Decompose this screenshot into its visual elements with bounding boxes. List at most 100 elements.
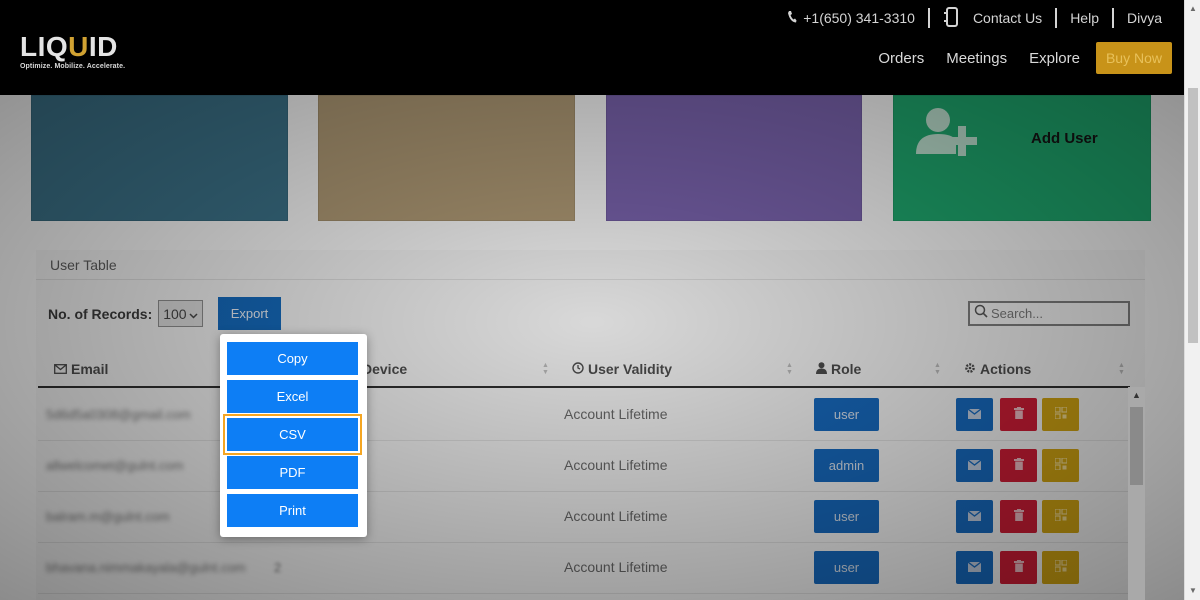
- delete-user-button[interactable]: [1000, 500, 1037, 533]
- trash-icon: [1013, 406, 1024, 424]
- export-button[interactable]: Export: [218, 297, 281, 330]
- cell-validity: Account Lifetime: [564, 457, 668, 473]
- th-actions[interactable]: Actions: [964, 352, 1031, 386]
- role-badge[interactable]: user: [814, 500, 879, 533]
- summary-tile-2[interactable]: [318, 95, 575, 221]
- sort-icon[interactable]: ▲ ▼: [934, 362, 942, 376]
- buy-now-button[interactable]: Buy Now: [1095, 42, 1172, 74]
- summary-tile-1[interactable]: [31, 95, 288, 221]
- envelope-icon: [967, 559, 982, 577]
- scroll-down-arrow-icon[interactable]: ▼: [1189, 586, 1197, 595]
- export-copy-button[interactable]: Copy: [227, 342, 358, 375]
- table-header: Email Device ▲ ▼ User Validity ▲ ▼ Role ▲ ▼…: [38, 352, 1130, 388]
- table-row[interactable]: 5d6d5a0308@gmail.com Account Lifetime us…: [38, 390, 1130, 441]
- records-control: No. of Records: 100: [48, 300, 204, 327]
- scroll-up-arrow-icon[interactable]: ▲: [1189, 4, 1197, 13]
- site-header: LIQUID Optimize. Mobilize. Accelerate. +…: [0, 0, 1200, 95]
- table-scrollbar[interactable]: ▲: [1128, 387, 1145, 600]
- role-badge[interactable]: user: [814, 551, 879, 584]
- th-email[interactable]: Email: [54, 352, 108, 386]
- email-user-button[interactable]: [956, 449, 993, 482]
- logo-tagline: Optimize. Mobilize. Accelerate.: [20, 63, 126, 70]
- cell-validity: Account Lifetime: [564, 559, 668, 575]
- page-scroll-thumb[interactable]: [1188, 88, 1198, 343]
- add-user-tile[interactable]: Add User: [893, 95, 1151, 221]
- cell-email: allwelcomet@gulnt.com: [46, 458, 184, 473]
- envelope-icon: [54, 361, 67, 377]
- th-actions-label: Actions: [980, 361, 1032, 377]
- search-field[interactable]: [968, 301, 1130, 326]
- search-input[interactable]: [991, 306, 1121, 321]
- envelope-icon: [967, 457, 982, 475]
- user-menu[interactable]: Divya: [1127, 10, 1162, 26]
- export-print-button[interactable]: Print: [227, 494, 358, 527]
- qr-code-icon: [1053, 456, 1068, 475]
- qr-code-button[interactable]: [1042, 449, 1079, 482]
- gear-icon: [964, 361, 976, 377]
- divider: [1111, 8, 1114, 28]
- top-utility-bar: +1(650) 341-3310 Contact Us Help Divya: [787, 6, 1162, 30]
- contact-phone-icon: [943, 6, 961, 30]
- add-user-label: Add User: [1031, 130, 1098, 147]
- divider: [1055, 8, 1058, 28]
- contact-us-label: Contact Us: [972, 10, 1043, 26]
- qr-code-button[interactable]: [1042, 551, 1079, 584]
- nav-meetings[interactable]: Meetings: [946, 50, 1007, 67]
- th-device[interactable]: Device: [362, 352, 407, 386]
- table-row[interactable]: allwelcomet@gulnt.com Account Lifetime a…: [38, 441, 1130, 492]
- add-user-icon: [912, 104, 984, 165]
- email-user-button[interactable]: [956, 500, 993, 533]
- th-role-label: Role: [831, 361, 862, 377]
- th-validity[interactable]: User Validity: [572, 352, 672, 386]
- page-scrollbar[interactable]: ▲ ▼: [1184, 0, 1200, 600]
- sort-icon[interactable]: ▲ ▼: [1118, 362, 1126, 376]
- email-user-button[interactable]: [956, 398, 993, 431]
- trash-icon: [1013, 508, 1024, 526]
- nav-orders[interactable]: Orders: [878, 50, 924, 67]
- search-icon: [974, 304, 988, 323]
- table-row[interactable]: bhavana.nimmakayala@gulnt.com 2 Account …: [38, 543, 1130, 594]
- delete-user-button[interactable]: [1000, 551, 1037, 584]
- cell-email: 5d6d5a0308@gmail.com: [46, 407, 191, 422]
- nav-explore[interactable]: Explore: [1029, 50, 1080, 67]
- th-device-label: Device: [362, 361, 408, 377]
- records-per-page-select[interactable]: 100: [158, 300, 204, 327]
- summary-tile-3[interactable]: [606, 95, 862, 221]
- table-scroll-thumb[interactable]: [1130, 407, 1143, 485]
- divider: [927, 8, 930, 28]
- qr-code-icon: [1053, 558, 1068, 577]
- role-badge[interactable]: user: [814, 398, 879, 431]
- records-label: No. of Records:: [48, 305, 153, 322]
- delete-user-button[interactable]: [1000, 449, 1037, 482]
- th-email-label: Email: [71, 361, 109, 377]
- qr-code-icon: [1053, 405, 1068, 424]
- records-value: 100: [163, 305, 187, 322]
- export-csv-button[interactable]: CSV: [227, 418, 358, 451]
- dashboard-content: Add User User Table No. of Records: 100 …: [0, 95, 1184, 600]
- contact-us-link[interactable]: Contact Us: [943, 6, 1043, 30]
- qr-code-button[interactable]: [1042, 398, 1079, 431]
- table-row[interactable]: balram.m@gulnt.com Account Lifetime user: [38, 492, 1130, 543]
- user-table-panel: User Table No. of Records: 100 Export Em…: [36, 250, 1145, 600]
- clock-icon: [572, 361, 584, 377]
- chevron-down-icon: [189, 306, 198, 322]
- liquid-logo[interactable]: LIQUID Optimize. Mobilize. Accelerate.: [20, 32, 126, 71]
- cell-validity: Account Lifetime: [564, 406, 668, 422]
- email-user-button[interactable]: [956, 551, 993, 584]
- th-role[interactable]: Role: [816, 352, 861, 386]
- scroll-up-arrow-icon[interactable]: ▲: [1132, 390, 1141, 400]
- trash-icon: [1013, 559, 1024, 577]
- sort-icon[interactable]: ▲ ▼: [786, 362, 794, 376]
- export-menu: Copy Excel CSV PDF Print: [220, 334, 367, 537]
- export-pdf-button[interactable]: PDF: [227, 456, 358, 489]
- qr-code-button[interactable]: [1042, 500, 1079, 533]
- delete-user-button[interactable]: [1000, 398, 1037, 431]
- main-nav: Orders Meetings Explore Buy Now: [856, 42, 1172, 74]
- phone-link[interactable]: +1(650) 341-3310: [787, 10, 915, 27]
- help-link[interactable]: Help: [1070, 10, 1099, 26]
- role-badge[interactable]: admin: [814, 449, 879, 482]
- export-excel-button[interactable]: Excel: [227, 380, 358, 413]
- sort-icon[interactable]: ▲ ▼: [542, 362, 550, 376]
- user-icon: [816, 361, 827, 377]
- panel-title: User Table: [36, 250, 1145, 280]
